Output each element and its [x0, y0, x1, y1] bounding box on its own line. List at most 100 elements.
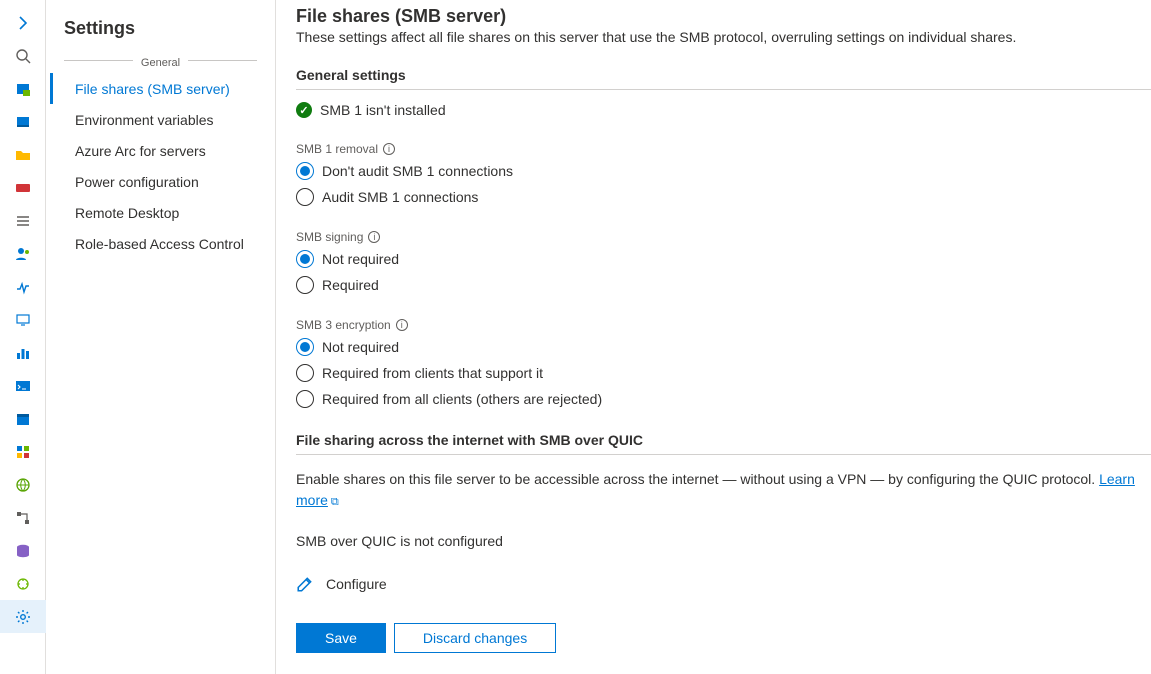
rail-computer[interactable]	[0, 105, 46, 138]
rail-server[interactable]	[0, 72, 46, 105]
process-icon	[15, 279, 31, 295]
radio-label: Not required	[322, 251, 399, 267]
rail-terminal[interactable]	[0, 369, 46, 402]
smb-signing-option-not-required[interactable]: Not required	[296, 246, 1151, 272]
radio-icon	[296, 188, 314, 206]
rail-chart[interactable]	[0, 336, 46, 369]
radio-label: Don't audit SMB 1 connections	[322, 163, 513, 179]
pencil-icon	[296, 575, 314, 593]
discard-button[interactable]: Discard changes	[394, 623, 556, 653]
database-icon	[15, 543, 31, 559]
radio-label: Audit SMB 1 connections	[322, 189, 478, 205]
configure-button[interactable]: Configure	[296, 575, 1151, 593]
nav-item-label: Azure Arc for servers	[75, 143, 206, 159]
server-icon	[15, 81, 31, 97]
radio-icon	[296, 162, 314, 180]
external-link-icon: ⧉	[331, 496, 339, 508]
smb3-encryption-option-not-required[interactable]: Not required	[296, 334, 1151, 360]
smb1-removal-option-audit[interactable]: Audit SMB 1 connections	[296, 184, 1151, 210]
smb1-removal-label: SMB 1 removal i	[296, 142, 1151, 156]
settings-nav: Settings General File shares (SMB server…	[46, 0, 276, 674]
radio-label: Required	[322, 277, 379, 293]
page-subtitle: These settings affect all file shares on…	[296, 29, 1151, 45]
nav-item-label: Environment variables	[75, 112, 214, 128]
gear-icon	[15, 609, 31, 625]
quic-status: SMB over QUIC is not configured	[296, 533, 1151, 549]
folder-icon	[15, 147, 31, 163]
rail-extensions[interactable]	[0, 567, 46, 600]
rail-settings[interactable]	[0, 600, 46, 633]
rail-database[interactable]	[0, 534, 46, 567]
nav-item-file-shares[interactable]: File shares (SMB server)	[50, 73, 275, 104]
schedule-icon	[15, 411, 31, 427]
nav-item-label: Role-based Access Control	[75, 236, 244, 252]
network-icon	[15, 477, 31, 493]
save-button[interactable]: Save	[296, 623, 386, 653]
apps-icon	[15, 444, 31, 460]
settings-title: Settings	[46, 18, 275, 53]
chart-icon	[15, 345, 31, 361]
computer-icon	[15, 114, 31, 130]
smb-signing-option-required[interactable]: Required	[296, 272, 1151, 298]
nav-item-rbac[interactable]: Role-based Access Control	[50, 228, 275, 259]
extensions-icon	[15, 576, 31, 592]
card-icon	[15, 180, 31, 196]
rail-users[interactable]	[0, 237, 46, 270]
smb3-encryption-option-all-clients[interactable]: Required from all clients (others are re…	[296, 386, 1151, 412]
rail-workflow[interactable]	[0, 501, 46, 534]
chevron-right-icon	[15, 15, 31, 31]
radio-icon	[296, 338, 314, 356]
radio-icon	[296, 250, 314, 268]
rail-card[interactable]	[0, 171, 46, 204]
quic-description: Enable shares on this file server to be …	[296, 471, 1099, 487]
radio-icon	[296, 276, 314, 294]
smb-signing-label: SMB signing i	[296, 230, 1151, 244]
quic-heading: File sharing across the internet with SM…	[296, 432, 1151, 455]
nav-item-label: Power configuration	[75, 174, 199, 190]
rail-apps[interactable]	[0, 435, 46, 468]
rail-list[interactable]	[0, 204, 46, 237]
nav-item-power-configuration[interactable]: Power configuration	[50, 166, 275, 197]
radio-label: Required from all clients (others are re…	[322, 391, 602, 407]
smb1-removal-radio-group: Don't audit SMB 1 connections Audit SMB …	[296, 158, 1151, 210]
terminal-icon	[15, 378, 31, 394]
nav-rail	[0, 0, 46, 674]
quic-description-row: Enable shares on this file server to be …	[296, 469, 1151, 511]
radio-icon	[296, 364, 314, 382]
rail-network[interactable]	[0, 468, 46, 501]
page-title: File shares (SMB server)	[296, 6, 1151, 27]
radio-label: Required from clients that support it	[322, 365, 543, 381]
nav-item-azure-arc[interactable]: Azure Arc for servers	[50, 135, 275, 166]
workflow-icon	[15, 510, 31, 526]
nav-item-remote-desktop[interactable]: Remote Desktop	[50, 197, 275, 228]
list-icon	[15, 213, 31, 229]
nav-item-label: File shares (SMB server)	[75, 81, 230, 97]
nav-group-separator: General	[64, 53, 257, 67]
users-icon	[15, 246, 31, 262]
nav-group-label: General	[133, 57, 188, 69]
general-settings-heading: General settings	[296, 67, 1151, 90]
radio-label: Not required	[322, 339, 399, 355]
rail-process[interactable]	[0, 270, 46, 303]
info-icon[interactable]: i	[396, 319, 408, 331]
smb3-encryption-option-supported-clients[interactable]: Required from clients that support it	[296, 360, 1151, 386]
smb1-status-text: SMB 1 isn't installed	[320, 102, 446, 118]
radio-icon	[296, 390, 314, 408]
configure-label: Configure	[326, 576, 387, 592]
info-icon[interactable]: i	[368, 231, 380, 243]
action-buttons: Save Discard changes	[296, 623, 1151, 653]
smb3-encryption-radio-group: Not required Required from clients that …	[296, 334, 1151, 412]
info-icon[interactable]: i	[383, 143, 395, 155]
rail-folder[interactable]	[0, 138, 46, 171]
main-content: File shares (SMB server) These settings …	[276, 0, 1151, 674]
rail-chevron[interactable]	[0, 6, 46, 39]
monitor-icon	[15, 312, 31, 328]
nav-item-environment-variables[interactable]: Environment variables	[50, 104, 275, 135]
smb1-removal-option-dont-audit[interactable]: Don't audit SMB 1 connections	[296, 158, 1151, 184]
success-check-icon: ✓	[296, 102, 312, 118]
smb1-status-row: ✓ SMB 1 isn't installed	[296, 102, 1151, 118]
smb-signing-radio-group: Not required Required	[296, 246, 1151, 298]
rail-monitor[interactable]	[0, 303, 46, 336]
rail-schedule[interactable]	[0, 402, 46, 435]
rail-search[interactable]	[0, 39, 46, 72]
